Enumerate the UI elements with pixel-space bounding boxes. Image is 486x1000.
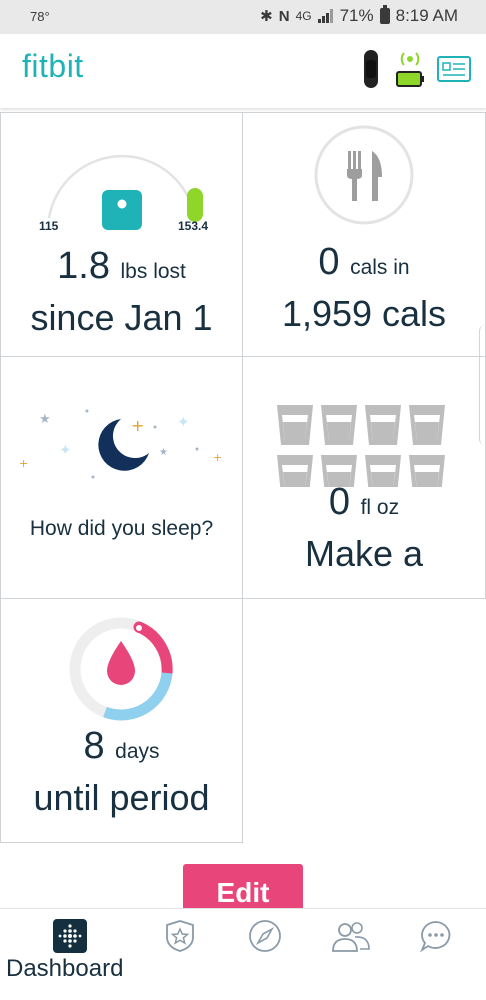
- water-intake-value: 0 fl oz: [243, 481, 485, 524]
- bottom-navigation: Dashboard: [0, 908, 486, 1000]
- fork-knife-icon: [314, 125, 414, 225]
- nav-dashboard[interactable]: [53, 919, 87, 958]
- messages-chat-icon[interactable]: [419, 919, 453, 953]
- svg-text:★: ★: [39, 412, 51, 427]
- discover-compass-icon[interactable]: [248, 919, 282, 953]
- sleep-moon-icon: + + + ★ ✦ ✦ ★: [19, 409, 222, 479]
- nav-messages[interactable]: [419, 919, 453, 958]
- calories-in-unit: cals in: [350, 256, 410, 279]
- bluetooth-icon: ✱: [260, 8, 273, 25]
- nav-community[interactable]: [331, 919, 371, 958]
- period-days-number: 8: [83, 725, 105, 767]
- water-tile[interactable]: 0 fl oz Make a: [242, 356, 486, 599]
- fitbit-logo: fitbit: [22, 48, 84, 84]
- water-intake-number: 0: [328, 481, 351, 523]
- scale-icon: [102, 190, 142, 230]
- sleep-prompt: How did you sleep?: [29, 517, 214, 540]
- tracker-device-icon[interactable]: [358, 50, 384, 88]
- water-glass: [365, 405, 401, 445]
- calories-goal-text: 1,959 cals: [281, 293, 447, 334]
- sleep-tile[interactable]: + + + ★ ✦ ✦ ★ How did you sleep?: [0, 356, 243, 599]
- network-type-icon: 4G: [295, 9, 312, 23]
- svg-text:★: ★: [159, 447, 168, 458]
- svg-text:✦: ✦: [59, 441, 72, 459]
- community-friends-icon[interactable]: [331, 919, 371, 953]
- period-days-unit: days: [115, 740, 160, 763]
- water-glass: [321, 405, 357, 445]
- svg-text:+: +: [213, 451, 222, 464]
- weight-range-min: 115: [39, 219, 59, 233]
- weight-lost-value: 1.8 lbs lost: [1, 245, 242, 288]
- food-tile[interactable]: 0 cals in 1,959 cals: [242, 112, 486, 357]
- dashboard-icon[interactable]: [53, 919, 87, 953]
- water-glass: [277, 405, 313, 445]
- status-bar: 78° ✱ N 4G 71% 8:19 AM: [0, 0, 486, 34]
- weight-range-max: 153.4: [178, 219, 209, 233]
- weight-lost-number: 1.8: [57, 245, 110, 287]
- dashboard-grid: 115 153.4 1.8 lbs lost since Jan 1 0 cal…: [0, 112, 486, 843]
- nav-challenges[interactable]: [163, 919, 197, 958]
- edit-button[interactable]: Edit: [183, 864, 303, 910]
- svg-text:✦: ✦: [177, 413, 190, 431]
- app-header: fitbit: [0, 34, 486, 108]
- calories-in-number: 0: [318, 241, 340, 283]
- weight-tile[interactable]: 115 153.4 1.8 lbs lost since Jan 1: [0, 112, 243, 357]
- challenges-star-icon[interactable]: [163, 919, 197, 953]
- scroll-handle[interactable]: [479, 325, 486, 445]
- svg-text:+: +: [19, 457, 28, 470]
- water-intake-unit: fl oz: [360, 496, 400, 519]
- nav-dashboard-label[interactable]: Dashboard: [6, 955, 123, 983]
- status-icons: ✱ N 4G 71% 8:19 AM: [260, 5, 458, 26]
- weight-lost-unit: lbs lost: [120, 260, 186, 283]
- battery-icon: [379, 5, 390, 24]
- water-glasses-icon: [277, 405, 445, 487]
- weight-since-text: since Jan 1: [30, 297, 213, 338]
- profile-card-icon[interactable]: [437, 56, 471, 82]
- svg-text:+: +: [131, 416, 144, 435]
- nav-discover[interactable]: [248, 919, 282, 958]
- period-days-value: 8 days: [1, 725, 242, 768]
- clock-text: 8:19 AM: [395, 6, 458, 25]
- sync-battery-icon[interactable]: [395, 50, 425, 88]
- water-prompt-text: Make a: [304, 533, 424, 574]
- calories-in-value: 0 cals in: [243, 241, 485, 284]
- battery-percent-text: 71%: [339, 6, 374, 25]
- signal-icon: [317, 9, 333, 23]
- period-tile[interactable]: 8 days until period: [0, 598, 243, 843]
- temperature-text: 78°: [30, 9, 50, 24]
- nfc-icon: N: [278, 7, 290, 25]
- water-glass: [409, 405, 445, 445]
- period-ring-icon: [69, 617, 173, 721]
- period-until-text: until period: [33, 777, 210, 818]
